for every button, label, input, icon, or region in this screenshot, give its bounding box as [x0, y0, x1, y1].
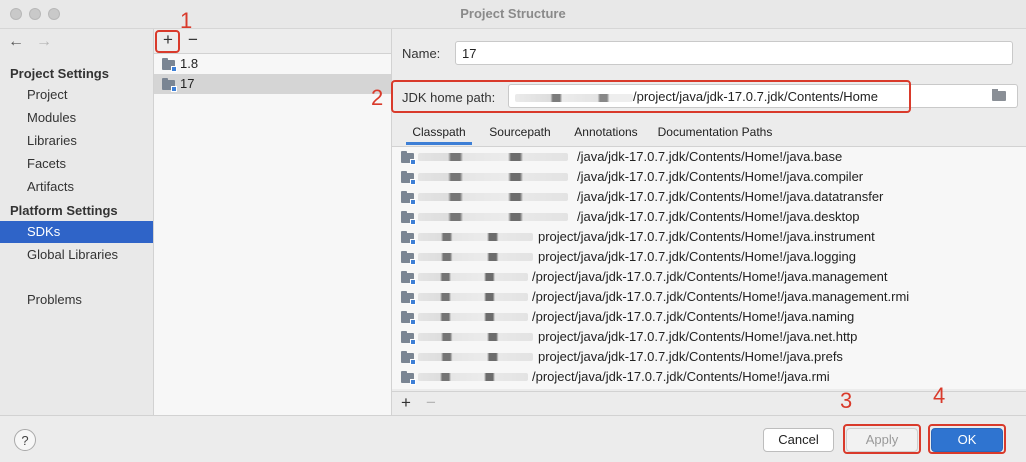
classpath-text: project/java/jdk-17.0.7.jdk/Contents/Hom… — [538, 249, 856, 264]
nav-item-artifacts[interactable]: Artifacts — [0, 176, 153, 198]
project-structure-window: Project Structure ← → Project Settings Pr… — [0, 0, 1026, 462]
classpath-row[interactable]: project/java/jdk-17.0.7.jdk/Contents/Hom… — [392, 247, 1026, 267]
classpath-text: /java/jdk-17.0.7.jdk/Contents/Home!/java… — [577, 209, 860, 224]
add-path-button[interactable]: + — [396, 393, 416, 413]
tab-annotations[interactable]: Annotations — [570, 121, 642, 145]
redacted-text — [418, 313, 528, 321]
nav-item-problems[interactable]: Problems — [0, 289, 153, 311]
sdk-item-17[interactable]: 17 — [154, 74, 391, 94]
sdk-item-label: 1.8 — [180, 56, 199, 71]
classpath-text: project/java/jdk-17.0.7.jdk/Contents/Hom… — [538, 229, 875, 244]
module-folder-icon — [401, 191, 416, 205]
classpath-text: /project/java/jdk-17.0.7.jdk/Contents/Ho… — [532, 309, 855, 324]
sdk-name-field[interactable]: 17 — [455, 41, 1013, 65]
redacted-text — [418, 213, 568, 221]
classpath-text: project/java/jdk-17.0.7.jdk/Contents/Hom… — [538, 349, 843, 364]
classpath-tabs: Classpath Sourcepath Annotations Documen… — [392, 121, 1026, 147]
module-folder-icon — [401, 271, 416, 285]
tab-documentation-paths[interactable]: Documentation Paths — [656, 121, 774, 145]
redacted-text — [418, 373, 528, 381]
redacted-text — [418, 353, 533, 361]
nav-item-facets[interactable]: Facets — [0, 153, 153, 175]
cancel-button[interactable]: Cancel — [763, 428, 834, 452]
nav-item-libraries[interactable]: Libraries — [0, 130, 153, 152]
annotation-number-3: 3 — [840, 388, 853, 413]
title-bar: Project Structure — [0, 0, 1026, 29]
name-label: Name: — [402, 46, 441, 61]
sdk-item-label: 17 — [180, 76, 195, 91]
settings-nav: ← → Project Settings Project Modules Libr… — [0, 29, 154, 415]
classpath-row[interactable]: /java/jdk-17.0.7.jdk/Contents/Home!/java… — [392, 207, 1026, 227]
classpath-text: /project/java/jdk-17.0.7.jdk/Contents/Ho… — [532, 269, 888, 284]
module-folder-icon — [401, 331, 416, 345]
module-folder-icon — [401, 251, 416, 265]
module-folder-icon — [401, 311, 416, 325]
module-folder-icon — [401, 291, 416, 305]
redacted-text — [418, 233, 533, 241]
sdk-item-1-8[interactable]: 1.8 — [154, 54, 391, 74]
back-arrow-icon[interactable]: ← — [8, 33, 24, 51]
classpath-text: /java/jdk-17.0.7.jdk/Contents/Home!/java… — [577, 149, 843, 164]
sdk-list-panel: + − 1.8 17 — [154, 29, 392, 415]
classpath-text: /project/java/jdk-17.0.7.jdk/Contents/Ho… — [532, 289, 910, 304]
annotation-number-2: 2 — [371, 85, 384, 110]
nav-item-global-libraries[interactable]: Global Libraries — [0, 244, 153, 266]
classpath-text: /java/jdk-17.0.7.jdk/Contents/Home!/java… — [577, 189, 884, 204]
classpath-row[interactable]: /java/jdk-17.0.7.jdk/Contents/Home!/java… — [392, 147, 1026, 167]
browse-folder-icon[interactable] — [992, 89, 1006, 101]
classpath-text: /project/java/jdk-17.0.7.jdk/Contents/Ho… — [532, 369, 830, 384]
apply-highlight-box — [843, 424, 921, 454]
jdk-folder-icon — [162, 78, 177, 92]
window-title: Project Structure — [460, 6, 566, 21]
jdk-home-highlight-box — [391, 80, 911, 113]
classpath-row[interactable]: project/java/jdk-17.0.7.jdk/Contents/Hom… — [392, 347, 1026, 367]
classpath-row[interactable]: /project/java/jdk-17.0.7.jdk/Contents/Ho… — [392, 267, 1026, 287]
classpath-row[interactable]: /java/jdk-17.0.7.jdk/Contents/Home!/java… — [392, 167, 1026, 187]
project-settings-heading: Project Settings — [10, 66, 109, 81]
platform-settings-heading: Platform Settings — [10, 203, 118, 218]
nav-item-project[interactable]: Project — [0, 84, 153, 106]
classpath-row[interactable]: /java/jdk-17.0.7.jdk/Contents/Home!/java… — [392, 187, 1026, 207]
help-icon[interactable]: ? — [14, 429, 36, 451]
module-folder-icon — [401, 151, 416, 165]
classpath-row[interactable]: /project/java/jdk-17.0.7.jdk/Contents/Ho… — [392, 367, 1026, 387]
ok-highlight-box — [928, 424, 1006, 454]
module-folder-icon — [401, 231, 416, 245]
tab-classpath[interactable]: Classpath — [406, 121, 472, 145]
redacted-text — [418, 193, 568, 201]
add-sdk-highlight-box — [155, 30, 180, 53]
module-folder-icon — [401, 171, 416, 185]
forward-arrow-icon[interactable]: → — [36, 33, 52, 51]
jdk-folder-icon — [162, 58, 177, 72]
redacted-text — [418, 273, 528, 281]
classpath-row[interactable]: project/java/jdk-17.0.7.jdk/Contents/Hom… — [392, 227, 1026, 247]
redacted-text — [418, 153, 568, 161]
redacted-text — [418, 173, 568, 181]
classpath-row[interactable]: /project/java/jdk-17.0.7.jdk/Contents/Ho… — [392, 287, 1026, 307]
nav-item-modules[interactable]: Modules — [0, 107, 153, 129]
nav-item-sdks[interactable]: SDKs — [0, 221, 153, 243]
redacted-text — [418, 253, 533, 261]
annotation-number-1: 1 — [180, 8, 193, 33]
tab-sourcepath[interactable]: Sourcepath — [484, 121, 556, 145]
redacted-text — [418, 293, 528, 301]
annotation-number-4: 4 — [933, 383, 946, 408]
classpath-text: project/java/jdk-17.0.7.jdk/Contents/Hom… — [538, 329, 858, 344]
redacted-text — [418, 333, 533, 341]
classpath-list: /java/jdk-17.0.7.jdk/Contents/Home!/java… — [392, 147, 1026, 389]
classpath-toolbar: + − — [392, 391, 1026, 416]
classpath-row[interactable]: /project/java/jdk-17.0.7.jdk/Contents/Ho… — [392, 307, 1026, 327]
nav-arrows: ← → — [8, 33, 64, 51]
remove-path-button[interactable]: − — [421, 393, 441, 413]
module-folder-icon — [401, 371, 416, 385]
module-folder-icon — [401, 351, 416, 365]
classpath-row[interactable]: project/java/jdk-17.0.7.jdk/Contents/Hom… — [392, 327, 1026, 347]
module-folder-icon — [401, 211, 416, 225]
classpath-text: /java/jdk-17.0.7.jdk/Contents/Home!/java… — [577, 169, 864, 184]
